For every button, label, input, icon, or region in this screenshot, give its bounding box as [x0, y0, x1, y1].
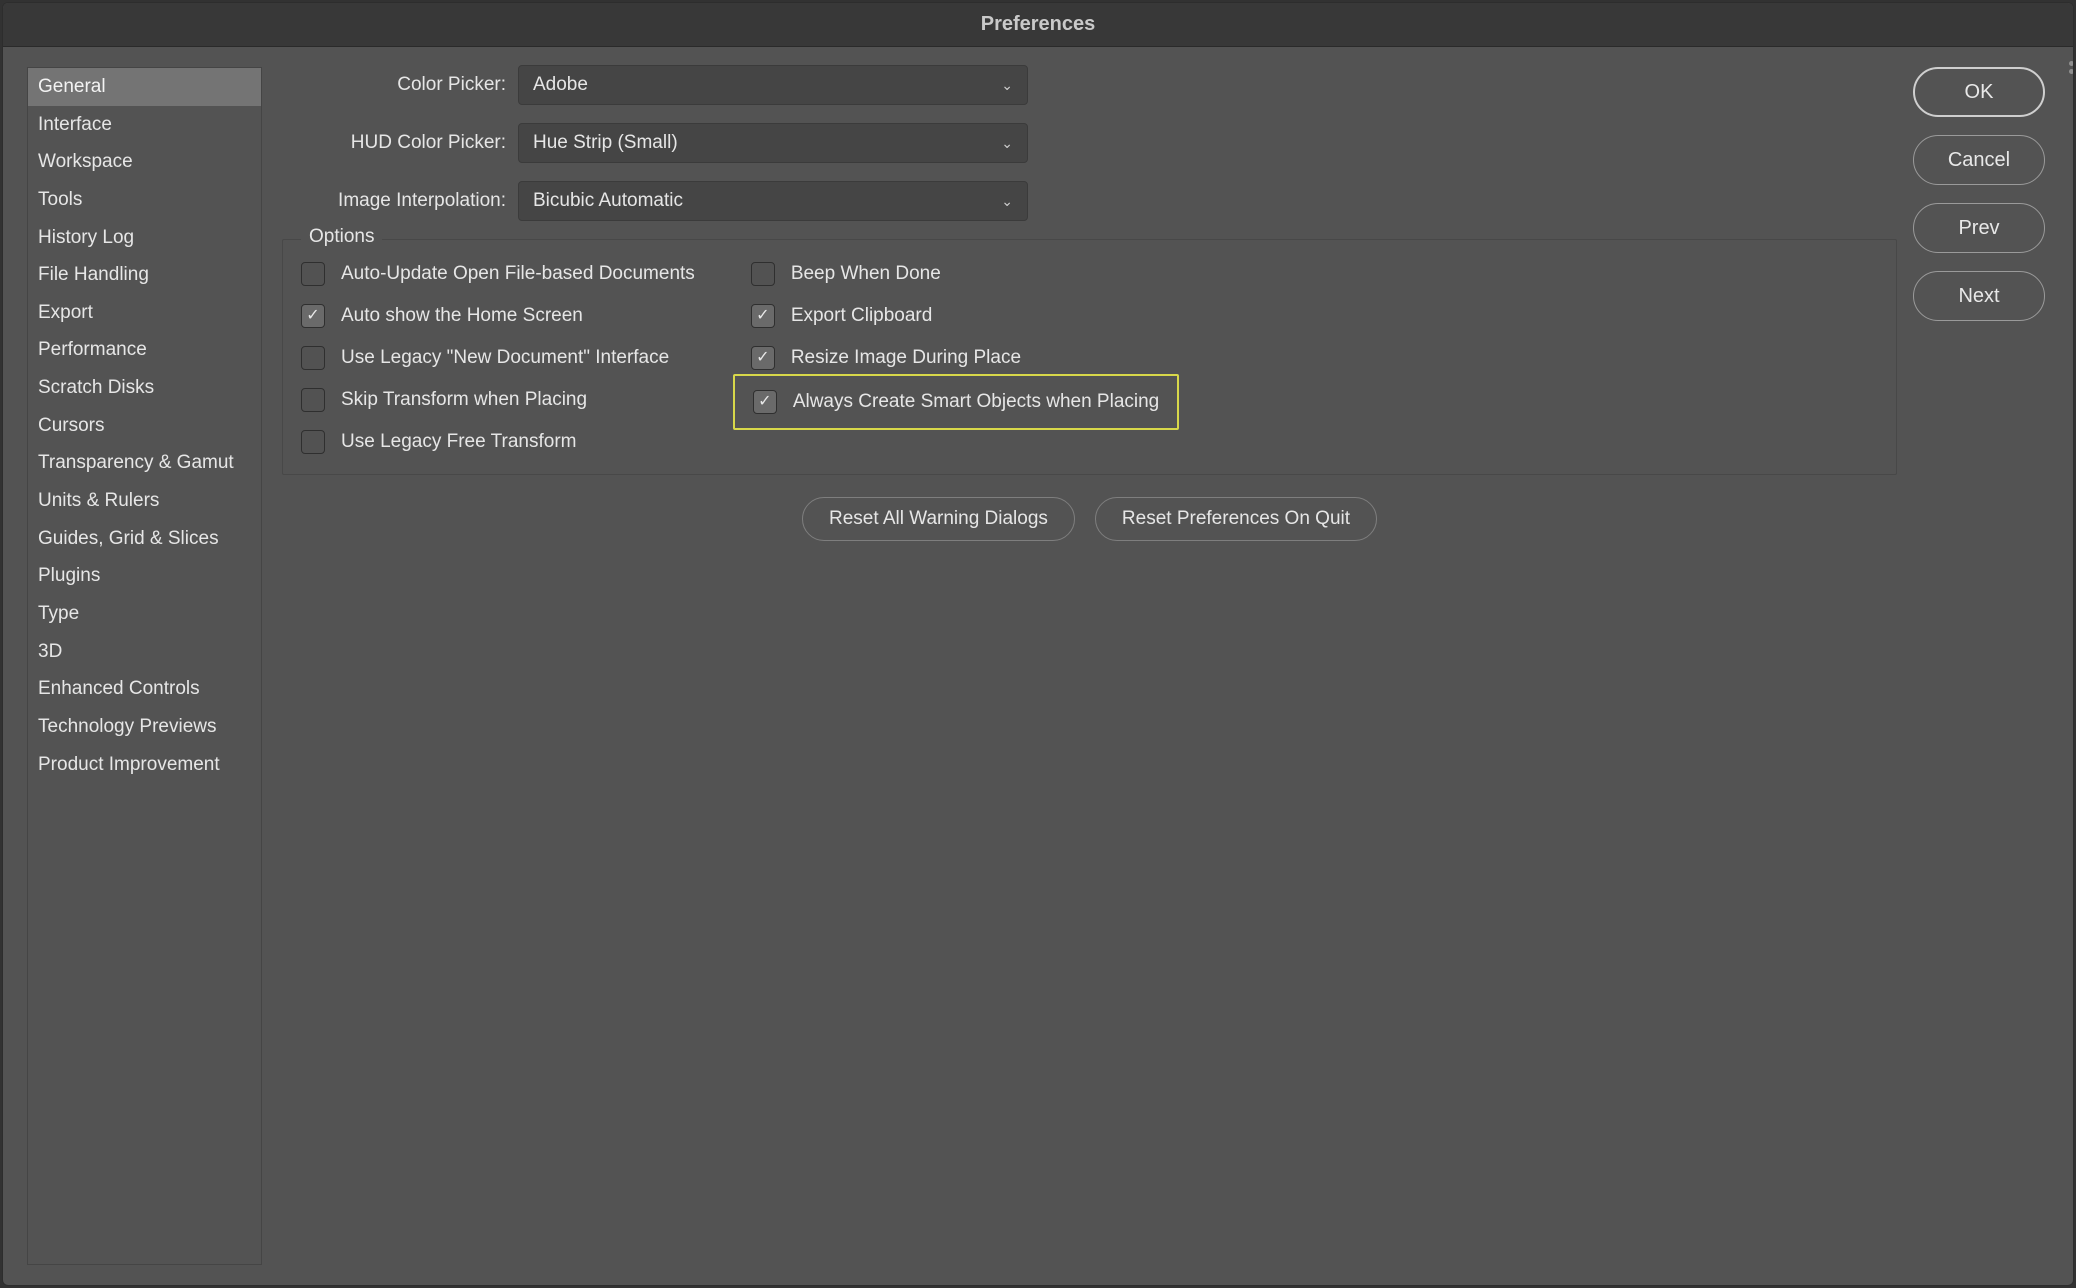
option-left-1[interactable]: Auto show the Home Screen: [301, 304, 695, 328]
option-right-2[interactable]: Resize Image During Place: [751, 346, 1161, 370]
select-value: Hue Strip (Small): [533, 132, 678, 154]
chevron-down-icon: ⌄: [1001, 135, 1013, 152]
sidebar-item-enhanced-controls[interactable]: Enhanced Controls: [28, 670, 261, 708]
option-right-0[interactable]: Beep When Done: [751, 262, 1161, 286]
cancel-button[interactable]: Cancel: [1913, 135, 2045, 185]
checkbox-icon[interactable]: [301, 430, 325, 454]
option-label: Export Clipboard: [791, 305, 933, 327]
sidebar-item-units-rulers[interactable]: Units & Rulers: [28, 482, 261, 520]
checkbox-icon[interactable]: [301, 346, 325, 370]
bottom-actions: Reset All Warning Dialogs Reset Preferen…: [282, 497, 1897, 541]
sidebar-item-file-handling[interactable]: File Handling: [28, 256, 261, 294]
options-columns: Auto-Update Open File-based Documents Aut…: [301, 262, 1878, 454]
sidebar-item-transparency-gamut[interactable]: Transparency & Gamut: [28, 444, 261, 482]
option-label: Auto-Update Open File-based Documents: [341, 263, 695, 285]
checkbox-icon[interactable]: [751, 304, 775, 328]
checkbox-icon[interactable]: [753, 390, 777, 414]
row-image-interpolation: Image Interpolation: Bicubic Automatic ⌄: [282, 181, 1897, 221]
option-left-3[interactable]: Skip Transform when Placing: [301, 388, 695, 412]
option-label: Skip Transform when Placing: [341, 389, 587, 411]
option-label: Always Create Smart Objects when Placing: [793, 391, 1159, 413]
edge-indicator: [2069, 61, 2074, 79]
label-image-interpolation: Image Interpolation:: [282, 190, 518, 212]
sidebar-item-type[interactable]: Type: [28, 595, 261, 633]
chevron-down-icon: ⌄: [1001, 77, 1013, 94]
checkbox-icon[interactable]: [301, 304, 325, 328]
option-right-3[interactable]: Always Create Smart Objects when Placing: [733, 374, 1179, 430]
option-label: Use Legacy "New Document" Interface: [341, 347, 669, 369]
sidebar-item-workspace[interactable]: Workspace: [28, 143, 261, 181]
option-label: Beep When Done: [791, 263, 941, 285]
reset-warnings-button[interactable]: Reset All Warning Dialogs: [802, 497, 1075, 541]
side-buttons: OK Cancel Prev Next: [1913, 47, 2073, 1285]
sidebar-item-history-log[interactable]: History Log: [28, 219, 261, 257]
sidebar-item-interface[interactable]: Interface: [28, 106, 261, 144]
option-left-0[interactable]: Auto-Update Open File-based Documents: [301, 262, 695, 286]
select-value: Adobe: [533, 74, 588, 96]
prev-button[interactable]: Prev: [1913, 203, 2045, 253]
dialog-title: Preferences: [981, 13, 1096, 36]
dialog-body: GeneralInterfaceWorkspaceToolsHistory Lo…: [3, 47, 2073, 1285]
sidebar-item-guides-grid-slices[interactable]: Guides, Grid & Slices: [28, 520, 261, 558]
next-button[interactable]: Next: [1913, 271, 2045, 321]
label-hud-color-picker: HUD Color Picker:: [282, 132, 518, 154]
reset-prefs-button[interactable]: Reset Preferences On Quit: [1095, 497, 1377, 541]
category-sidebar: GeneralInterfaceWorkspaceToolsHistory Lo…: [27, 67, 262, 1265]
options-col-left: Auto-Update Open File-based Documents Aut…: [301, 262, 695, 454]
sidebar-item-technology-previews[interactable]: Technology Previews: [28, 708, 261, 746]
options-col-right: Beep When Done Export Clipboard Resize Ima…: [751, 262, 1161, 454]
sidebar-item-3d[interactable]: 3D: [28, 633, 261, 671]
option-label: Resize Image During Place: [791, 347, 1021, 369]
label-color-picker: Color Picker:: [282, 74, 518, 96]
select-hud-color-picker[interactable]: Hue Strip (Small) ⌄: [518, 123, 1028, 163]
sidebar-item-general[interactable]: General: [28, 68, 261, 106]
select-image-interpolation[interactable]: Bicubic Automatic ⌄: [518, 181, 1028, 221]
preferences-dialog: Preferences GeneralInterfaceWorkspaceToo…: [2, 2, 2074, 1286]
option-right-1[interactable]: Export Clipboard: [751, 304, 1161, 328]
sidebar-item-product-improvement[interactable]: Product Improvement: [28, 746, 261, 784]
chevron-down-icon: ⌄: [1001, 193, 1013, 210]
main-panel: Color Picker: Adobe ⌄ HUD Color Picker: …: [262, 47, 1913, 1285]
sidebar-item-performance[interactable]: Performance: [28, 331, 261, 369]
sidebar-item-cursors[interactable]: Cursors: [28, 407, 261, 445]
sidebar-item-plugins[interactable]: Plugins: [28, 557, 261, 595]
option-label: Auto show the Home Screen: [341, 305, 583, 327]
options-legend: Options: [301, 226, 382, 248]
sidebar-item-scratch-disks[interactable]: Scratch Disks: [28, 369, 261, 407]
option-label: Use Legacy Free Transform: [341, 431, 576, 453]
checkbox-icon[interactable]: [751, 262, 775, 286]
ok-button[interactable]: OK: [1913, 67, 2045, 117]
row-color-picker: Color Picker: Adobe ⌄: [282, 65, 1897, 105]
option-left-4[interactable]: Use Legacy Free Transform: [301, 430, 695, 454]
option-left-2[interactable]: Use Legacy "New Document" Interface: [301, 346, 695, 370]
checkbox-icon[interactable]: [301, 262, 325, 286]
options-fieldset: Options Auto-Update Open File-based Docu…: [282, 239, 1897, 475]
row-hud-color-picker: HUD Color Picker: Hue Strip (Small) ⌄: [282, 123, 1897, 163]
sidebar-item-export[interactable]: Export: [28, 294, 261, 332]
select-color-picker[interactable]: Adobe ⌄: [518, 65, 1028, 105]
dialog-titlebar: Preferences: [3, 3, 2073, 47]
select-value: Bicubic Automatic: [533, 190, 683, 212]
sidebar-item-tools[interactable]: Tools: [28, 181, 261, 219]
checkbox-icon[interactable]: [301, 388, 325, 412]
checkbox-icon[interactable]: [751, 346, 775, 370]
